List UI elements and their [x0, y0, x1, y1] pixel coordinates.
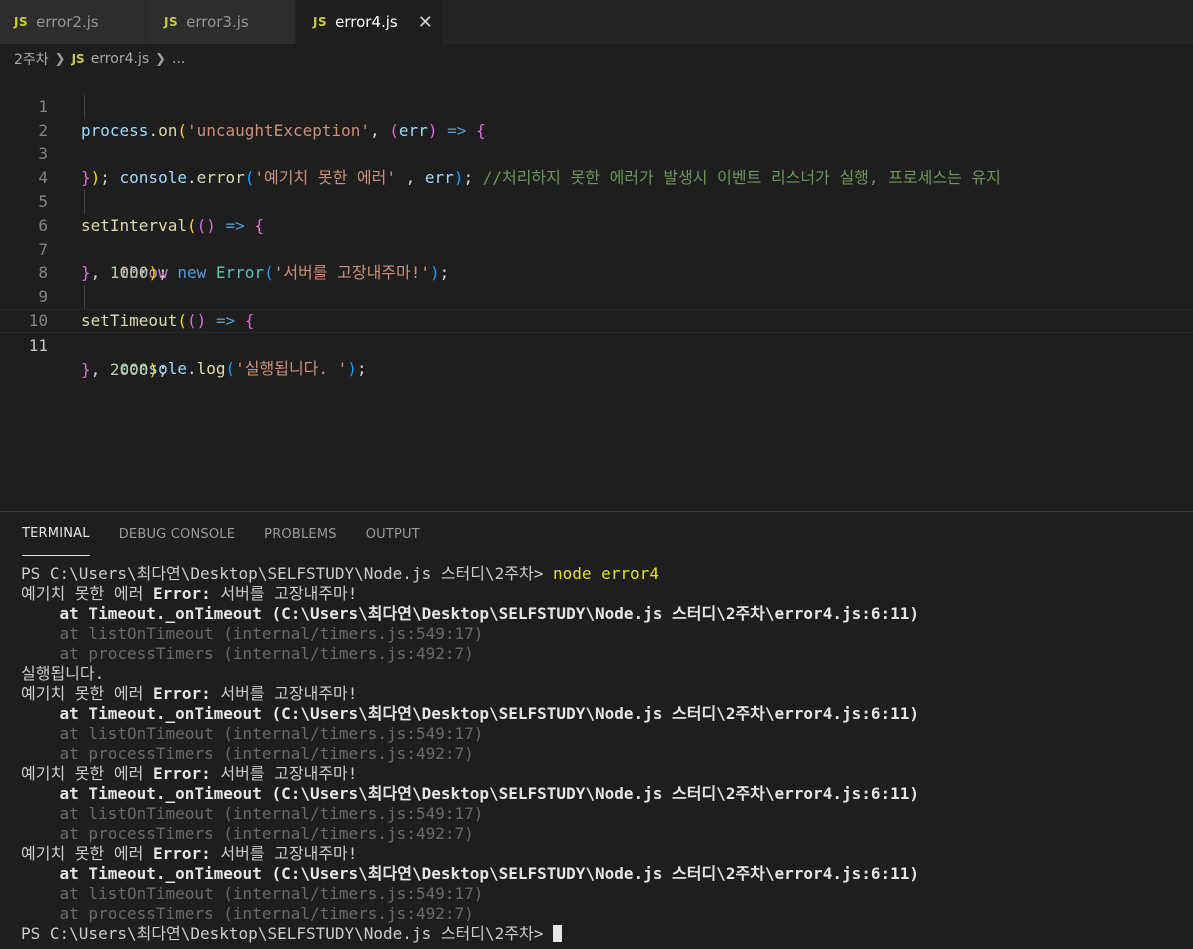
tab-error3-js[interactable]: JS error3.js — [146, 0, 296, 44]
breadcrumb: 2주차 ❯ JS error4.js ❯ ... — [14, 48, 185, 70]
terminal-line: at Timeout._onTimeout (C:\Users\최다연\Desk… — [21, 704, 920, 723]
javascript-file-icon: JS — [164, 15, 179, 29]
terminal-line: 예기치 못한 에러 Error: 서버를 고장내주마! — [21, 584, 358, 603]
indent-guide — [84, 94, 85, 119]
terminal-line: at processTimers (internal/timers.js:492… — [21, 644, 474, 663]
terminal-line: PS C:\Users\최다연\Desktop\SELFSTUDY\Node.j… — [21, 564, 659, 583]
tab-debug-console[interactable]: DEBUG CONSOLE — [119, 512, 235, 556]
terminal-line: at Timeout._onTimeout (C:\Users\최다연\Desk… — [21, 604, 920, 623]
terminal-line: at processTimers (internal/timers.js:492… — [21, 744, 474, 763]
code-editor[interactable]: 1 process.on('uncaughtException', (err) … — [0, 71, 1193, 511]
terminal-line: 예기치 못한 에러 Error: 서버를 고장내주마! — [21, 764, 358, 783]
terminal-output[interactable]: PS C:\Users\최다연\Desktop\SELFSTUDY\Node.j… — [21, 564, 1181, 944]
close-icon[interactable]: ✕ — [418, 12, 433, 33]
tab-error2-js[interactable]: JS error2.js — [0, 0, 146, 44]
tab-terminal[interactable]: TERMINAL — [22, 512, 90, 556]
terminal-line: at processTimers (internal/timers.js:492… — [21, 904, 474, 923]
javascript-file-icon: JS — [71, 52, 85, 66]
panel-tabs: TERMINAL DEBUG CONSOLE PROBLEMS OUTPUT — [0, 512, 420, 556]
chevron-right-icon: ❯ — [155, 51, 167, 67]
chevron-right-icon: ❯ — [54, 51, 66, 67]
tab-label: error3.js — [186, 13, 249, 31]
line-number: 11 — [28, 335, 48, 355]
terminal-line: at listOnTimeout (internal/timers.js:549… — [21, 884, 484, 903]
code-line: 8 — [0, 238, 1193, 282]
tab-problems[interactable]: PROBLEMS — [264, 512, 337, 556]
tab-output[interactable]: OUTPUT — [366, 512, 420, 556]
tab-label: error2.js — [36, 13, 99, 31]
terminal-line: at listOnTimeout (internal/timers.js:549… — [21, 804, 484, 823]
code-line: 1 process.on('uncaughtException', (err) … — [0, 71, 1193, 140]
code-line: 6 throw new Error('서버를 고장내주마!'); — [0, 189, 1193, 282]
terminal-prompt-line: PS C:\Users\최다연\Desktop\SELFSTUDY\Node.j… — [21, 924, 1181, 944]
code-line: 7 }, 1000); — [0, 214, 1193, 283]
terminal-line: at Timeout._onTimeout (C:\Users\최다연\Desk… — [21, 784, 920, 803]
indent-guide — [84, 285, 85, 309]
code-text: }, 2000); — [81, 359, 168, 379]
indent-guide — [84, 189, 85, 214]
javascript-file-icon: JS — [14, 15, 29, 29]
code-line-current: 11 }, 2000); — [0, 308, 1193, 379]
terminal-line: 예기치 못한 에러 Error: 서버를 고장내주마! — [21, 844, 358, 863]
tab-label: error4.js — [335, 13, 398, 31]
code-line: 10 console.log('실행됩니다. '); — [0, 285, 1193, 378]
code-line: 3 }); — [0, 119, 1193, 187]
javascript-file-icon: JS — [313, 15, 328, 29]
code-line: 4 — [0, 142, 1193, 187]
terminal-line: at processTimers (internal/timers.js:492… — [21, 824, 474, 843]
code-line: 5 setInterval(() => { — [0, 166, 1193, 235]
code-line: 9 setTimeout(() => { — [0, 261, 1193, 330]
terminal-line: 실행됩니다. — [21, 664, 105, 683]
editor-tab-bar: JS error2.js JS error3.js JS error4.js ✕ — [0, 0, 1193, 44]
terminal-cursor — [552, 925, 562, 942]
terminal-line: at listOnTimeout (internal/timers.js:549… — [21, 724, 484, 743]
breadcrumb-folder[interactable]: 2주차 — [14, 49, 49, 69]
code-line: 2 console.error('예기치 못한 에러' , err); //처리… — [0, 94, 1193, 187]
breadcrumb-file[interactable]: error4.js — [91, 51, 149, 67]
bottom-panel: TERMINAL DEBUG CONSOLE PROBLEMS OUTPUT P… — [0, 511, 1193, 949]
terminal-line: at Timeout._onTimeout (C:\Users\최다연\Desk… — [21, 864, 920, 883]
breadcrumb-more[interactable]: ... — [172, 51, 185, 67]
terminal-line: 예기치 못한 에러 Error: 서버를 고장내주마! — [21, 684, 358, 703]
terminal-line: at listOnTimeout (internal/timers.js:549… — [21, 624, 484, 643]
tab-error4-js[interactable]: JS error4.js ✕ — [296, 0, 444, 44]
